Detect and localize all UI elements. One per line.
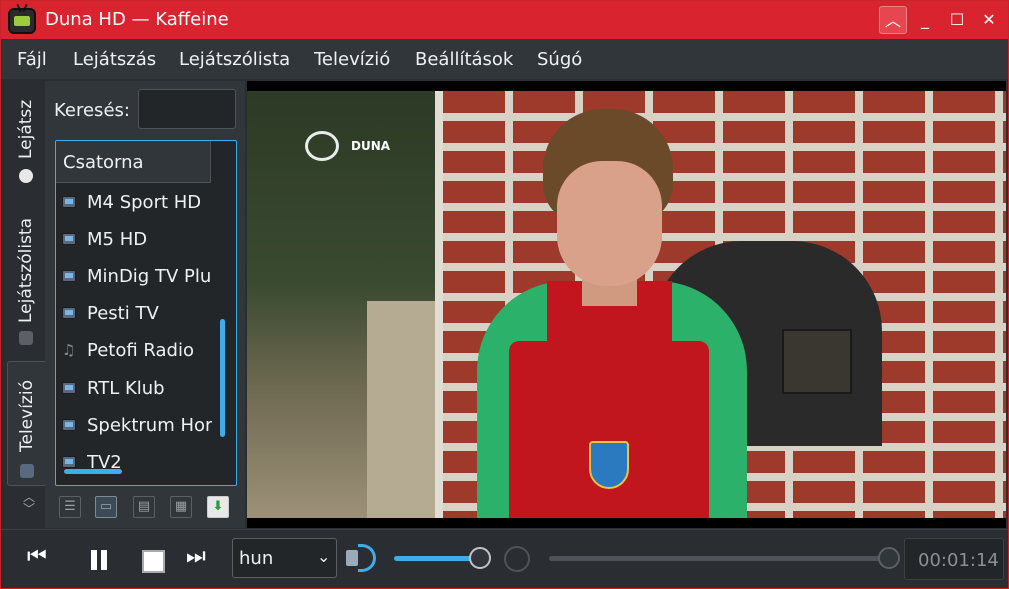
channel-logo-icon [305, 131, 339, 161]
menu-television[interactable]: Televízió [314, 49, 390, 70]
channel-row[interactable]: RTL Klub [56, 370, 216, 407]
download-icon: ⬇ [212, 499, 224, 514]
menu-settings[interactable]: Beállítások [415, 49, 513, 70]
channel-list[interactable]: Csatorna M4 Sport HD M5 HD MinDig TV Plu… [55, 140, 237, 486]
keep-above-button[interactable]: ︿ [879, 6, 907, 34]
tab-player[interactable]: Lejátsz [7, 81, 45, 191]
skip-forward-icon: ⏭ [186, 544, 206, 569]
tab-playlist[interactable]: Lejátszólista [7, 199, 45, 345]
sidebar-tabs: Lejátsz Lejátszólista Televízió ︿ ﹀ [7, 81, 45, 521]
previous-button[interactable]: ⏮ [27, 544, 63, 574]
list-vertical-scrollbar[interactable] [220, 319, 225, 437]
epg-button[interactable]: ▤ [133, 496, 155, 518]
record-icon[interactable] [504, 546, 530, 572]
chevron-up-icon: ︿ [884, 11, 901, 30]
tab-player-label: Lejátsz [16, 99, 36, 159]
search-input[interactable] [138, 89, 236, 129]
channel-name: Petofi Radio [87, 340, 194, 361]
calendar-icon: ▦ [174, 499, 188, 514]
playback-time[interactable]: 00:01:14 [904, 538, 1004, 580]
stop-button[interactable] [141, 544, 165, 574]
menu-playlist[interactable]: Lejátszólista [179, 49, 290, 70]
tv-icon [62, 196, 76, 208]
playback-time-value: 00:01:14 [918, 550, 999, 571]
program-guide-icon: ▤ [137, 499, 151, 514]
pause-button[interactable] [87, 544, 111, 574]
play-disc-icon [19, 169, 33, 183]
seek-slider[interactable] [549, 556, 889, 561]
tv-icon [62, 419, 76, 431]
minimize-icon: _ [921, 10, 929, 29]
channel-name: Pesti TV [87, 303, 159, 324]
volume-icon[interactable] [346, 542, 382, 576]
channel-name: Spektrum Hor [87, 415, 212, 436]
channel-row[interactable]: MinDig TV Plu [56, 258, 216, 295]
chevron-down-icon: ⌄ [317, 547, 331, 566]
audio-language-select[interactable]: hun ⌄ [232, 538, 337, 578]
close-icon: ✕ [982, 10, 996, 29]
tv-icon [62, 456, 76, 468]
channel-row[interactable]: M5 HD [56, 221, 216, 258]
menu-help[interactable]: Súgó [537, 49, 582, 70]
kaffeine-app-icon[interactable] [8, 3, 36, 34]
kaffeine-window: Duna HD — Kaffeine ︿ _ ☐ ✕ Fájl Lejátszá… [0, 0, 1009, 589]
close-button[interactable]: ✕ [975, 6, 1003, 34]
title-bar[interactable]: Duna HD — Kaffeine ︿ _ ☐ ✕ [1, 1, 1008, 39]
video-area[interactable]: DUNA [247, 81, 1006, 528]
channel-column-header[interactable]: Csatorna [56, 141, 211, 183]
list-horizontal-scrollbar[interactable] [64, 469, 122, 474]
seek-slider-handle[interactable] [878, 547, 900, 569]
playback-controls: ⏮ ⏭ hun ⌄ 00:01:14 [1, 529, 1008, 588]
channel-tools: ☰ ▭ ▤ ▦ ⬇ [57, 496, 237, 522]
tab-scroll-arrows[interactable]: ︿ ﹀ [23, 491, 35, 515]
tv-icon [20, 464, 34, 478]
volume-slider-handle[interactable] [469, 547, 491, 569]
tv-icon [62, 382, 76, 394]
channel-logo-text: DUNA [351, 139, 391, 153]
next-button[interactable]: ⏭ [186, 544, 222, 574]
channel-row[interactable]: M4 Sport HD [56, 184, 216, 221]
channel-name: RTL Klub [87, 378, 165, 399]
channel-list-view-button[interactable]: ☰ [59, 496, 81, 518]
tv-icon [62, 233, 76, 245]
minimize-button[interactable]: _ [911, 6, 939, 34]
channel-row[interactable]: Spektrum Hor [56, 407, 216, 444]
menu-bar: Fájl Lejátszás Lejátszólista Televízió B… [1, 39, 1008, 79]
audio-language-value: hun [239, 548, 274, 569]
maximize-icon: ☐ [949, 10, 965, 29]
channel-row[interactable]: Pesti TV [56, 295, 216, 332]
record-download-button[interactable]: ⬇ [207, 496, 229, 518]
search-label: Keresés: [54, 100, 130, 121]
tab-television-label: Televízió [17, 380, 37, 452]
tv-icon [62, 307, 76, 319]
channel-name: M5 HD [87, 229, 148, 250]
window-title: Duna HD — Kaffeine [45, 9, 229, 30]
tv-channels-button[interactable]: ▭ [95, 496, 117, 518]
schedule-button[interactable]: ▦ [170, 496, 192, 518]
radio-icon: ♫ [62, 341, 76, 359]
skip-back-icon: ⏮ [27, 544, 47, 569]
menu-playback[interactable]: Lejátszás [73, 49, 156, 70]
channel-panel: Keresés: Csatorna M4 Sport HD M5 HD MinD… [45, 81, 245, 528]
tv-icon [62, 270, 76, 282]
channel-row[interactable]: TV2 [56, 444, 216, 481]
tab-playlist-label: Lejátszólista [16, 217, 36, 323]
menu-file[interactable]: Fájl [17, 49, 47, 70]
tv-icon: ▭ [99, 499, 113, 514]
channel-name: M4 Sport HD [87, 192, 202, 213]
maximize-button[interactable]: ☐ [943, 6, 971, 34]
playlist-icon [19, 331, 33, 345]
channel-row[interactable]: ♫ Petofi Radio [56, 332, 216, 369]
tab-television[interactable]: Televízió [7, 361, 45, 486]
list-icon: ☰ [64, 499, 76, 514]
channel-name: MinDig TV Plu [87, 266, 212, 287]
channel-column-header-label: Csatorna [63, 152, 144, 173]
video-frame: DUNA [247, 91, 1006, 518]
chevron-down-icon[interactable]: ﹀ [23, 503, 35, 515]
